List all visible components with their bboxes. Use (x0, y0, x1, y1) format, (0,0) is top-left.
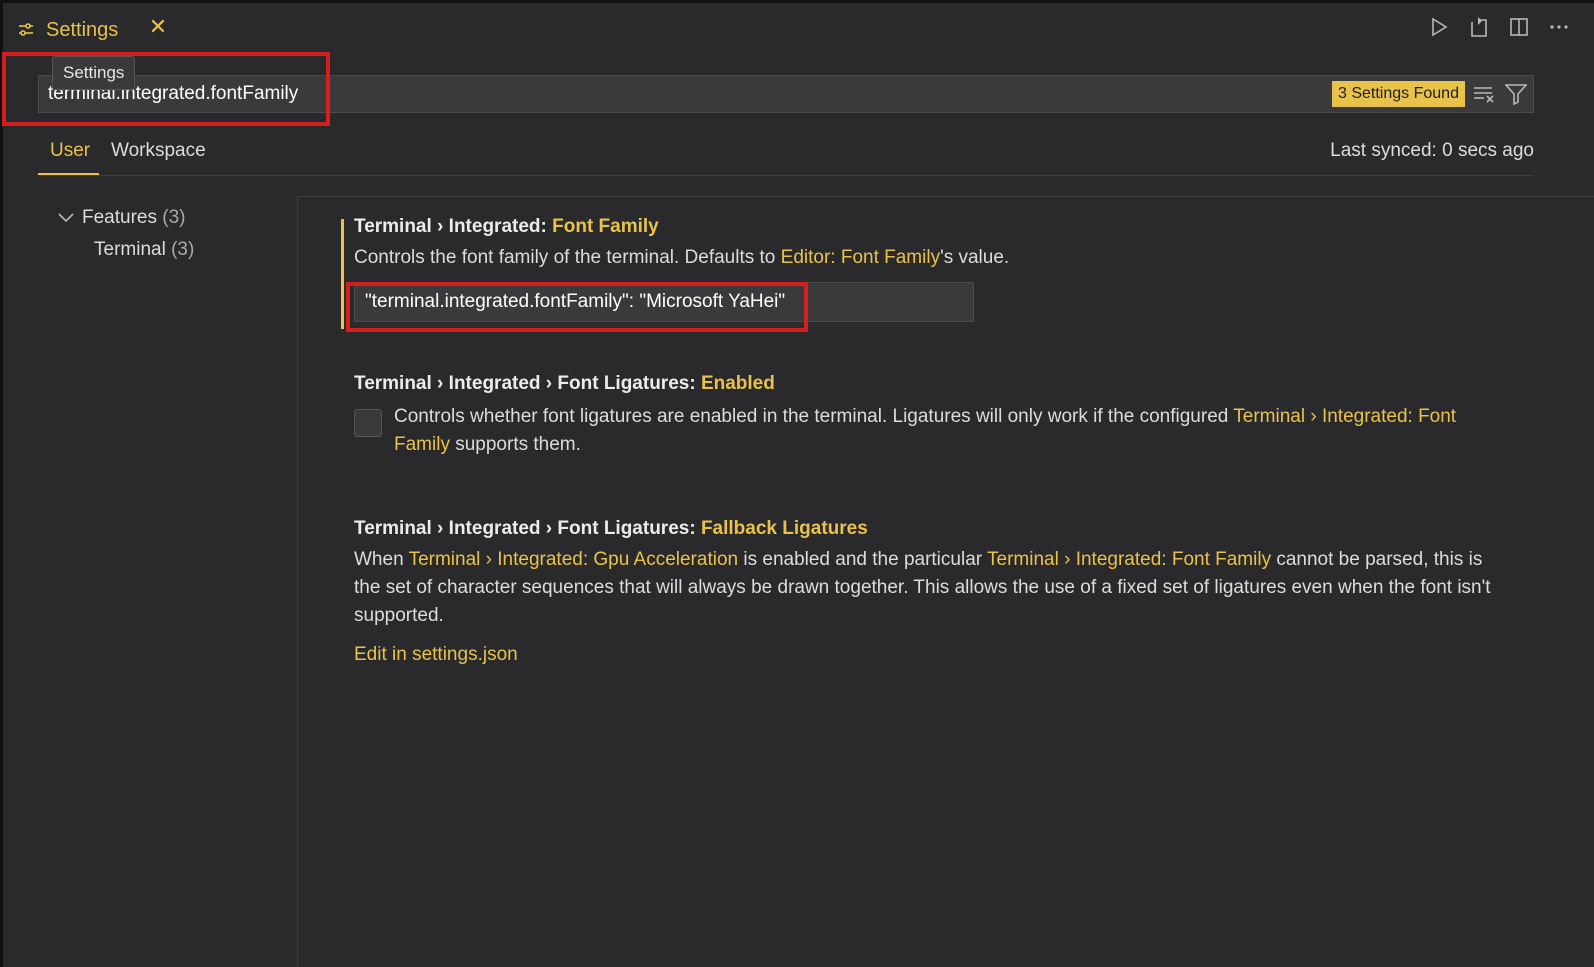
setting-description: When Terminal › Integrated: Gpu Accelera… (354, 546, 1504, 630)
setting-key: Font Family (552, 216, 659, 237)
setting-title: Terminal › Integrated: Font Family (354, 216, 1009, 238)
desc-text: When (354, 549, 409, 570)
toc-item-terminal[interactable]: Terminal (3) (56, 234, 194, 266)
filter-icon[interactable] (1504, 83, 1528, 106)
desc-text: supports them. (449, 434, 581, 455)
scope-tabs: User Workspace Last synced: 0 secs ago (38, 134, 1534, 176)
setting-body: Controls whether font ligatures are enab… (354, 403, 1494, 459)
setting-category: Terminal › Integrated › Font Ligatures: (354, 373, 701, 394)
desc-link[interactable]: Terminal › Integrated: Font Family (987, 549, 1271, 570)
setting-key: Enabled (700, 373, 775, 394)
desc-link[interactable]: Terminal › Integrated: Gpu Acceleration (409, 549, 739, 570)
chevron-down-icon[interactable] (56, 208, 76, 228)
tab-user[interactable]: User (50, 140, 90, 162)
search-input[interactable] (39, 76, 1319, 112)
tab-settings[interactable]: Settings (16, 10, 118, 50)
close-icon[interactable]: ✕ (148, 16, 168, 38)
tab-workspace[interactable]: Workspace (111, 140, 206, 162)
setting-description: Controls the font family of the terminal… (354, 244, 1009, 272)
setting-fallback-ligatures: Terminal › Integrated › Font Ligatures: … (354, 518, 1504, 666)
window-top-border (0, 0, 1594, 3)
toc-count: (3) (162, 207, 186, 228)
settings-list: Terminal › Integrated: Font Family Contr… (297, 196, 1594, 967)
setting-category: Terminal › Integrated › Font Ligatures: (354, 518, 701, 539)
edit-in-settings-json-link[interactable]: Edit in settings.json (354, 644, 1504, 666)
active-tab-indicator (38, 173, 99, 175)
desc-text: is enabled and the particular (738, 549, 988, 570)
desc-link[interactable]: Editor: Font Family (781, 247, 940, 268)
results-count-badge: 3 Settings Found (1332, 81, 1465, 107)
setting-title: Terminal › Integrated › Font Ligatures: … (354, 373, 1494, 395)
split-editor-icon[interactable] (1508, 16, 1530, 38)
ligatures-checkbox[interactable] (354, 409, 382, 437)
tab-label: Settings (46, 18, 119, 41)
window-left-border (0, 0, 3, 967)
setting-category: Terminal › Integrated: (354, 216, 553, 237)
toc-item-features[interactable]: Features (3) (56, 202, 194, 234)
last-synced-status: Last synced: 0 secs ago (1330, 140, 1534, 161)
toc-count: (3) (171, 239, 195, 260)
focus-indicator (341, 219, 344, 329)
toc-label: Features (82, 207, 157, 228)
desc-text: 's value. (940, 247, 1010, 268)
desc-text: Controls whether font ligatures are enab… (394, 406, 1234, 427)
editor-actions (1428, 16, 1570, 38)
font-family-input[interactable]: "terminal.integrated.fontFamily": "Micro… (354, 282, 974, 322)
setting-font-family: Terminal › Integrated: Font Family Contr… (354, 216, 1009, 322)
setting-title: Terminal › Integrated › Font Ligatures: … (354, 518, 1504, 540)
more-actions-icon[interactable] (1548, 16, 1570, 38)
toc-label: Terminal (94, 239, 166, 260)
setting-key: Fallback Ligatures (700, 518, 868, 539)
settings-toc: Features (3) Terminal (3) (56, 202, 194, 266)
setting-font-ligatures-enabled: Terminal › Integrated › Font Ligatures: … (354, 373, 1494, 459)
settings-sliders-icon (16, 20, 36, 40)
run-icon[interactable] (1428, 16, 1450, 38)
settings-search: 3 Settings Found (38, 75, 1534, 113)
setting-description: Controls whether font ligatures are enab… (394, 403, 1494, 459)
open-settings-json-icon[interactable] (1468, 16, 1490, 38)
clear-filter-icon[interactable] (1473, 84, 1495, 104)
desc-text: Controls the font family of the terminal… (354, 247, 781, 268)
tab-tooltip: Settings (52, 56, 136, 90)
